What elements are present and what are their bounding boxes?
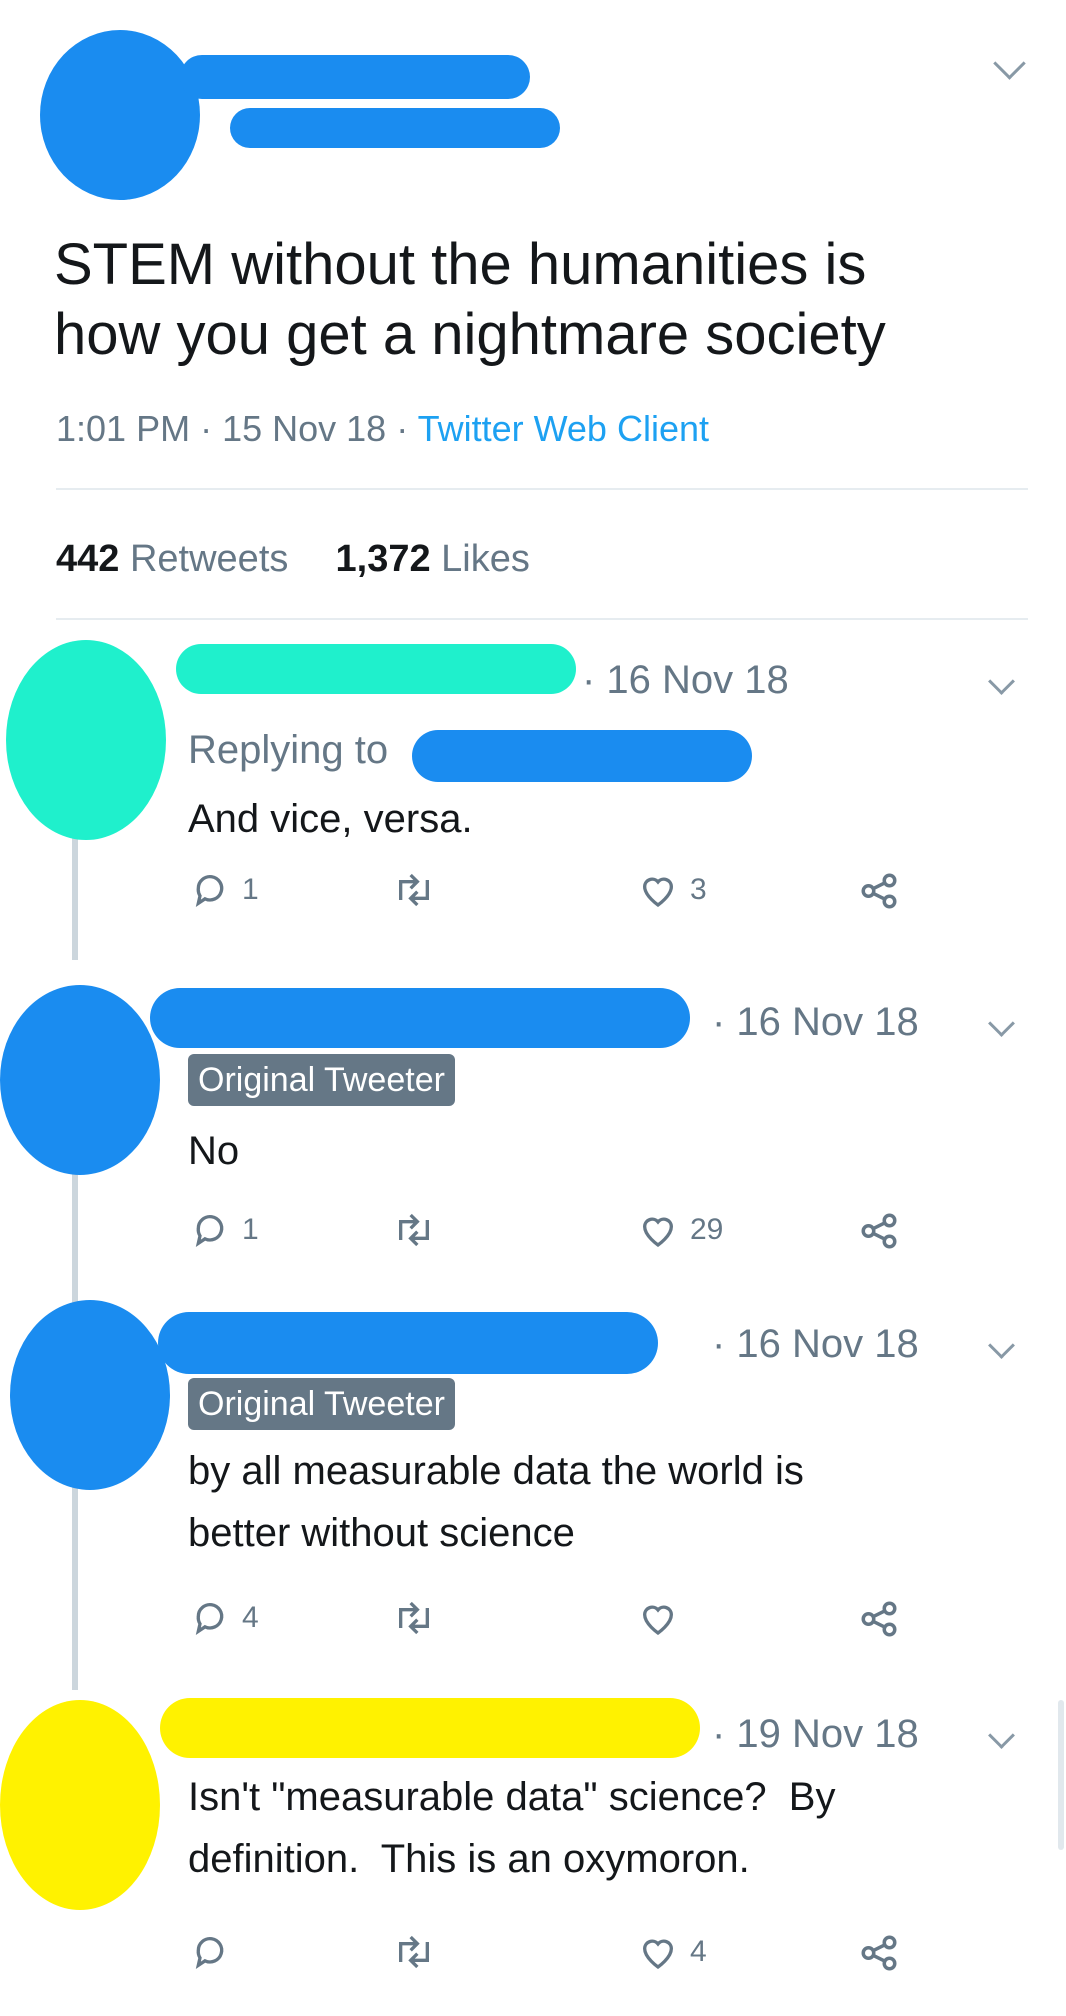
like-button[interactable] (638, 1598, 690, 1638)
share-button[interactable] (858, 1598, 900, 1640)
reply-text: No (188, 1129, 240, 1173)
reply-text-line: better without science (188, 1511, 575, 1555)
retweet-button[interactable] (392, 1210, 436, 1250)
reply-text-line: definition. This is an oxymoron. (188, 1837, 750, 1881)
reply-count: 4 (242, 1601, 259, 1634)
like-count: 29 (690, 1213, 724, 1246)
chevron-down-icon[interactable] (988, 1332, 1015, 1359)
display-name-redacted[interactable] (180, 55, 530, 99)
tweet-text-line: how you get a nightmare society (54, 302, 886, 367)
tweet-meta: 1:01 PM · 15 Nov 18 · Twitter Web Client (56, 408, 709, 450)
share-button[interactable] (858, 870, 900, 912)
display-name-redacted[interactable] (160, 1698, 700, 1758)
tweet-stats: 442 Retweets 1,372 Likes (56, 538, 530, 581)
tweet-source-link[interactable]: Twitter Web Client (418, 408, 709, 449)
reply-text: Isn't "measurable data" science? By defi… (188, 1766, 835, 1890)
reply-date[interactable]: · 19 Nov 18 (712, 1712, 919, 1757)
likes-count: 1,372 (335, 538, 431, 580)
retweets-label: Retweets (129, 538, 289, 580)
share-icon (861, 873, 897, 909)
like-count: 4 (690, 1935, 707, 1968)
replying-to-username-redacted[interactable] (412, 730, 752, 782)
like-button[interactable]: 4 (638, 1932, 707, 1972)
reply-text: And vice, versa. (188, 797, 473, 841)
avatar-redacted[interactable] (10, 1300, 170, 1490)
replying-to-label: Replying to (188, 728, 389, 772)
reply-date[interactable]: · 16 Nov 18 (712, 1322, 919, 1367)
share-icon (861, 1601, 897, 1637)
original-tweeter-badge: Original Tweeter (188, 1378, 455, 1430)
likes-label: Likes (441, 538, 530, 580)
chevron-down-icon[interactable] (988, 1010, 1015, 1037)
tweet-date: 15 Nov 18 (222, 408, 387, 449)
reply-icon (195, 1602, 224, 1636)
display-name-redacted[interactable] (150, 988, 690, 1048)
retweets-count: 442 (56, 538, 120, 580)
like-button[interactable]: 29 (638, 1210, 723, 1250)
retweet-icon (399, 1935, 429, 1969)
chevron-down-icon[interactable] (988, 668, 1015, 695)
like-icon (642, 1217, 674, 1248)
reply-text: by all measurable data the world is bett… (188, 1440, 804, 1564)
reply-icon (195, 1214, 224, 1248)
divider (56, 488, 1028, 490)
likes-stat[interactable]: 1,372 Likes (336, 538, 530, 580)
share-button[interactable] (858, 1210, 900, 1252)
separator: · (200, 408, 223, 449)
avatar-redacted[interactable] (0, 985, 160, 1175)
original-tweeter-badge: Original Tweeter (188, 1054, 455, 1106)
chevron-down-icon[interactable] (993, 47, 1026, 80)
tweet-text: STEM without the humanities is how you g… (54, 230, 886, 370)
reply-icon (195, 874, 224, 908)
avatar-redacted[interactable] (0, 1700, 160, 1910)
display-name-redacted[interactable] (176, 644, 576, 694)
tweet-time: 1:01 PM (56, 408, 191, 449)
reply-button[interactable]: 1 (190, 870, 259, 910)
like-icon (642, 1939, 674, 1970)
reply-text-line: by all measurable data the world is (188, 1449, 804, 1493)
reply-button[interactable] (190, 1932, 242, 1972)
reply-date[interactable]: · 16 Nov 18 (712, 1000, 919, 1045)
share-icon (861, 1935, 897, 1971)
thread-line (72, 1460, 78, 1690)
separator: · (396, 408, 418, 449)
display-name-redacted[interactable] (158, 1312, 658, 1374)
reply-button[interactable]: 4 (190, 1598, 259, 1638)
retweet-button[interactable] (392, 1932, 436, 1972)
divider (56, 618, 1028, 620)
like-icon (642, 877, 674, 908)
retweet-button[interactable] (392, 1598, 436, 1638)
share-icon (861, 1213, 897, 1249)
reply-icon (195, 1936, 224, 1970)
retweet-icon (399, 873, 429, 907)
reply-count: 1 (242, 873, 259, 906)
reply-date[interactable]: · 16 Nov 18 (582, 658, 789, 703)
retweets-stat[interactable]: 442 Retweets (56, 538, 299, 580)
retweet-button[interactable] (392, 870, 436, 910)
scrollbar[interactable] (1058, 1700, 1064, 1850)
avatar-redacted[interactable] (40, 30, 200, 200)
like-button[interactable]: 3 (638, 870, 707, 910)
tweet-text-line: STEM without the humanities is (54, 232, 867, 297)
like-icon (642, 1605, 674, 1636)
reply-button[interactable]: 1 (190, 1210, 259, 1250)
like-count: 3 (690, 873, 707, 906)
chevron-down-icon[interactable] (988, 1722, 1015, 1749)
username-redacted[interactable] (230, 108, 560, 148)
retweet-icon (399, 1601, 429, 1635)
retweet-icon (399, 1213, 429, 1247)
reply-text-line: Isn't "measurable data" science? By (188, 1775, 836, 1819)
share-button[interactable] (858, 1932, 900, 1974)
reply-count: 1 (242, 1213, 259, 1246)
replying-to: Replying to (188, 728, 388, 773)
avatar-redacted[interactable] (6, 640, 166, 840)
